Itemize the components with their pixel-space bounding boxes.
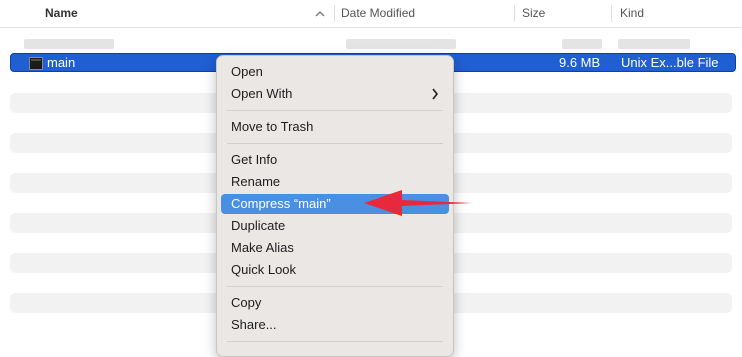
column-header-kind[interactable]: Kind xyxy=(620,0,644,27)
column-header-date-modified[interactable]: Date Modified xyxy=(341,0,415,27)
menu-separator xyxy=(227,110,443,111)
column-header-bar: Name Date Modified Size Kind xyxy=(0,0,742,28)
column-divider[interactable] xyxy=(611,5,612,22)
column-header-size[interactable]: Size xyxy=(522,0,545,27)
file-size: 9.6 MB xyxy=(559,55,601,70)
redacted-kind xyxy=(618,39,690,49)
column-divider[interactable] xyxy=(514,5,515,22)
redacted-size xyxy=(562,39,602,49)
file-name: main xyxy=(47,55,76,70)
menu-item-copy[interactable]: Copy xyxy=(221,293,449,313)
menu-item-share[interactable]: Share... xyxy=(221,315,449,335)
terminal-executable-icon xyxy=(29,57,43,70)
annotation-arrow-icon xyxy=(364,190,472,216)
column-header-name[interactable]: Name xyxy=(45,0,78,27)
file-kind: Unix Ex...ble File xyxy=(621,55,719,70)
redacted-name xyxy=(24,39,114,49)
menu-separator xyxy=(227,286,443,287)
menu-separator xyxy=(227,143,443,144)
redacted-file-row[interactable] xyxy=(0,33,742,53)
chevron-up-icon[interactable] xyxy=(314,8,326,20)
menu-item-quick-look[interactable]: Quick Look xyxy=(221,260,449,280)
menu-item-make-alias[interactable]: Make Alias xyxy=(221,238,449,258)
menu-item-open[interactable]: Open xyxy=(221,62,449,82)
redacted-date xyxy=(346,39,456,49)
column-divider[interactable] xyxy=(334,5,335,22)
chevron-right-icon xyxy=(432,88,439,100)
menu-item-move-to-trash[interactable]: Move to Trash xyxy=(221,117,449,137)
menu-item-open-with[interactable]: Open With xyxy=(221,84,449,104)
menu-item-get-info[interactable]: Get Info xyxy=(221,150,449,170)
